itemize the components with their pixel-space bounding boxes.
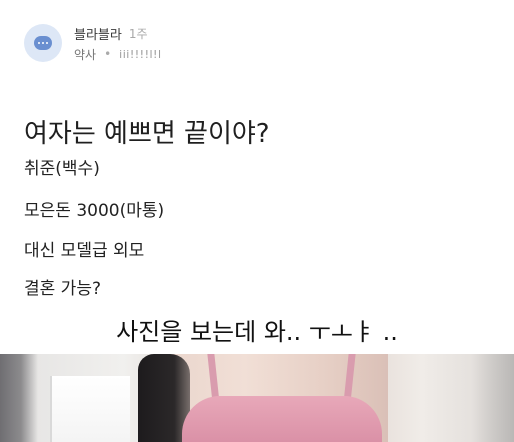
photo-window-light xyxy=(50,376,130,442)
author-category: 약사 xyxy=(74,47,97,62)
meta-separator: • xyxy=(104,47,112,61)
chat-bubble-icon xyxy=(34,36,52,50)
author-line: 블라블라 1주 xyxy=(74,24,162,43)
photo-right-shadow xyxy=(472,354,514,442)
post-body-line: 모은돈 3000(마통) xyxy=(24,201,165,221)
author-meta: 블라블라 1주 약사 • iii!!!!l!l xyxy=(74,24,162,63)
author-detail-line: 약사 • iii!!!!l!l xyxy=(74,46,162,63)
photo-pink-top xyxy=(182,396,382,442)
post-body-line: 대신 모델급 외모 xyxy=(24,241,145,261)
post-body-line: 취준(백수) xyxy=(24,159,100,179)
post-time: 1주 xyxy=(128,26,148,41)
author-company: iii!!!!l!l xyxy=(119,47,162,61)
photo-left-shadow xyxy=(0,354,38,442)
author-name[interactable]: 블라블라 xyxy=(74,24,122,43)
post-body-line: 결혼 가능? xyxy=(24,279,101,299)
attached-photo[interactable] xyxy=(0,354,514,442)
author-avatar[interactable] xyxy=(24,24,62,62)
overlay-caption: 사진을 보는데 와.. ㅜㅗㅑ .. xyxy=(116,318,398,346)
post-header: 블라블라 1주 약사 • iii!!!!l!l xyxy=(24,20,490,66)
post-title: 여자는 예쁘면 끝이야? xyxy=(24,119,270,149)
